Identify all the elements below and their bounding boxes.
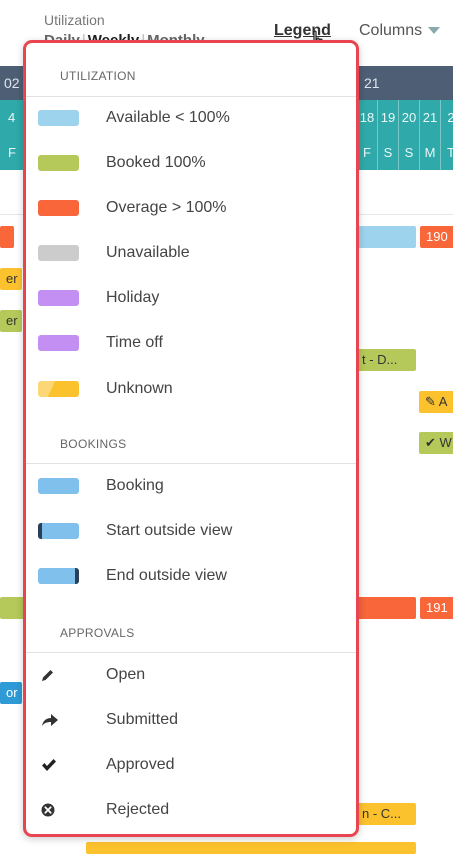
overage-bar[interactable] bbox=[0, 226, 14, 248]
utilization-heading: UTILIZATION bbox=[60, 69, 136, 83]
checkmark-icon bbox=[42, 759, 56, 771]
start-outside-swatch bbox=[38, 523, 79, 539]
chevron-down-icon bbox=[428, 27, 441, 35]
divider bbox=[26, 463, 356, 464]
forward-arrow-icon bbox=[42, 714, 58, 726]
date-row: 18 19 20 21 2 bbox=[356, 100, 453, 135]
divider bbox=[26, 652, 356, 653]
columns-label: Columns bbox=[359, 22, 423, 39]
holiday-swatch bbox=[38, 290, 79, 306]
booking-bar[interactable]: t - D... bbox=[356, 349, 416, 371]
legend-item-label: Overage > 100% bbox=[106, 199, 227, 216]
legend-item-booked: Booked 100% bbox=[38, 148, 348, 178]
weekday-cell: S bbox=[398, 135, 419, 170]
date-cell: 20 bbox=[398, 100, 419, 135]
legend-item-rejected: Rejected bbox=[38, 795, 348, 825]
date-cell: 18 bbox=[356, 100, 377, 135]
approval-approved-bar[interactable]: ✔ W bbox=[419, 432, 453, 454]
booking-bar-fragment[interactable]: or bbox=[0, 682, 22, 704]
time-off-swatch bbox=[38, 335, 79, 351]
legend-item-label: Unavailable bbox=[106, 244, 190, 261]
approval-open-bar[interactable]: ✎ A bbox=[419, 391, 453, 413]
available-bar[interactable] bbox=[356, 226, 416, 248]
booking-swatch bbox=[38, 478, 79, 494]
date-fragment: 4 bbox=[8, 110, 16, 125]
weekday-fragment: F bbox=[8, 145, 16, 160]
legend-popup: UTILIZATION Available < 100% Booked 100%… bbox=[23, 40, 359, 837]
booking-bar-fragment[interactable]: er bbox=[0, 310, 22, 332]
weekday-cell: S bbox=[377, 135, 398, 170]
week-number: 21 bbox=[364, 75, 380, 91]
date-cell: 19 bbox=[377, 100, 398, 135]
legend-item-open: Open bbox=[38, 660, 348, 690]
year-fragment: 02 bbox=[4, 75, 20, 91]
available-swatch bbox=[38, 110, 79, 126]
booked-bar[interactable] bbox=[0, 597, 24, 619]
legend-item-label: Submitted bbox=[106, 711, 179, 728]
legend-item-label: End outside view bbox=[106, 567, 227, 584]
legend-item-booking: Booking bbox=[38, 471, 348, 501]
legend-item-label: Holiday bbox=[106, 289, 160, 306]
bookings-heading: BOOKINGS bbox=[60, 437, 127, 451]
legend-item-submitted: Submitted bbox=[38, 705, 348, 735]
overage-badge[interactable]: 191 bbox=[420, 597, 453, 619]
x-circle-icon bbox=[41, 803, 55, 817]
booking-bar[interactable] bbox=[86, 842, 416, 854]
legend-item-unavailable: Unavailable bbox=[38, 238, 348, 268]
overage-swatch bbox=[38, 200, 79, 216]
legend-item-label: Available < 100% bbox=[106, 109, 230, 126]
utilization-label: Utilization bbox=[44, 12, 105, 28]
weekday-cell: F bbox=[356, 135, 377, 170]
unknown-swatch bbox=[38, 381, 79, 397]
legend-item-label: Open bbox=[106, 666, 146, 683]
divider bbox=[26, 96, 356, 97]
overage-badge[interactable]: 190 bbox=[420, 226, 453, 248]
bar-text: A bbox=[438, 394, 448, 409]
legend-item-label: Time off bbox=[106, 334, 163, 351]
weekday-row: F S S M T bbox=[356, 135, 453, 170]
columns-dropdown[interactable]: Columns bbox=[359, 22, 441, 40]
weekday-cell: T bbox=[440, 135, 453, 170]
pencil-icon bbox=[42, 670, 53, 681]
weekday-cell: M bbox=[419, 135, 440, 170]
booking-bar[interactable]: n - C... bbox=[356, 803, 416, 825]
date-cell: 2 bbox=[440, 100, 453, 135]
approvals-heading: APPROVALS bbox=[60, 626, 135, 640]
legend-item-label: Start outside view bbox=[106, 522, 233, 539]
legend-item-label: Booking bbox=[106, 477, 164, 494]
date-cell: 21 bbox=[419, 100, 440, 135]
legend-item-start-outside: Start outside view bbox=[38, 516, 348, 546]
legend-item-unknown: Unknown bbox=[38, 374, 348, 404]
legend-item-label: Rejected bbox=[106, 801, 170, 818]
unavailable-swatch bbox=[38, 245, 79, 261]
end-outside-swatch bbox=[38, 568, 79, 584]
legend-item-label: Unknown bbox=[106, 380, 173, 397]
legend-item-label: Approved bbox=[106, 756, 175, 773]
overage-bar[interactable] bbox=[356, 597, 416, 619]
legend-item-approved: Approved bbox=[38, 750, 348, 780]
booked-swatch bbox=[38, 155, 79, 171]
legend-item-time-off: Time off bbox=[38, 328, 348, 358]
legend-item-available: Available < 100% bbox=[38, 103, 348, 133]
legend-item-holiday: Holiday bbox=[38, 283, 348, 313]
legend-item-end-outside: End outside view bbox=[38, 561, 348, 591]
legend-item-label: Booked 100% bbox=[106, 154, 206, 171]
legend-item-overage: Overage > 100% bbox=[38, 193, 348, 223]
booking-bar-fragment[interactable]: er bbox=[0, 268, 22, 290]
bar-text: W bbox=[439, 435, 452, 450]
